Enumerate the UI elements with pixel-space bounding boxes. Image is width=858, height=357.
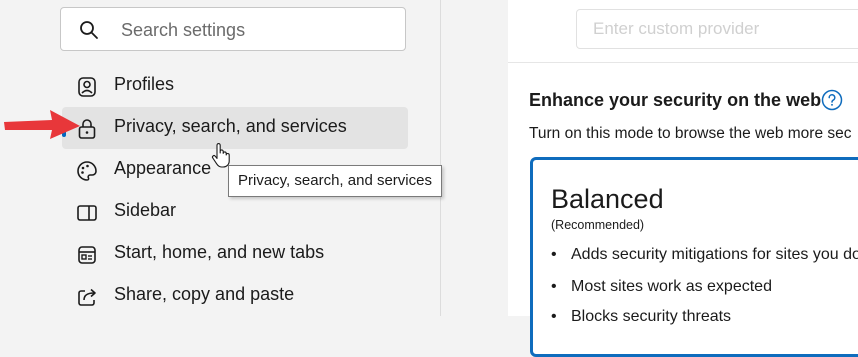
content-pane: Enhance your security on the web Turn on… bbox=[508, 0, 858, 357]
card-bullet: • Adds security mitigations for sites you… bbox=[551, 246, 858, 264]
tooltip: Privacy, search, and services bbox=[228, 165, 442, 197]
bullet-dot: • bbox=[551, 278, 557, 295]
security-section-description: Turn on this mode to browse the web more… bbox=[529, 125, 852, 142]
profile-icon bbox=[78, 77, 96, 97]
search-icon bbox=[80, 21, 98, 39]
bullet-text: Blocks security threats bbox=[571, 308, 732, 325]
card-subtitle: (Recommended) bbox=[551, 218, 645, 232]
home-tabs-icon bbox=[78, 246, 96, 264]
bullet-dot: • bbox=[551, 246, 557, 263]
nav-item-label: Start, home, and new tabs bbox=[114, 242, 325, 262]
search-settings-box[interactable] bbox=[60, 7, 406, 51]
search-input[interactable] bbox=[119, 16, 393, 44]
nav-item-label: Share, copy and paste bbox=[114, 284, 295, 304]
sidebar-icon bbox=[77, 205, 97, 221]
search-provider-section bbox=[508, 0, 858, 63]
card-title: Balanced bbox=[551, 184, 664, 214]
bullet-text: Most sites work as expected bbox=[571, 278, 772, 295]
nav-item-label: Profiles bbox=[114, 74, 175, 94]
nav-item-label: Appearance bbox=[114, 158, 212, 178]
bullet-dot: • bbox=[551, 308, 557, 325]
share-icon bbox=[78, 288, 96, 306]
card-bullet: • Most sites work as expected bbox=[551, 278, 772, 296]
nav-item-profiles[interactable]: Profiles bbox=[62, 65, 408, 107]
nav-item-privacy[interactable]: Privacy, search, and services bbox=[62, 107, 408, 149]
bullet-text: Adds security mitigations for sites you … bbox=[571, 246, 858, 263]
palette-icon bbox=[77, 161, 97, 181]
security-section-title: Enhance your security on the web bbox=[529, 90, 822, 110]
nav-item-sidebar[interactable]: Sidebar bbox=[62, 191, 408, 233]
nav-item-label: Privacy, search, and services bbox=[114, 116, 347, 136]
nav-item-share[interactable]: Share, copy and paste bbox=[62, 275, 408, 317]
balanced-mode-card[interactable]: Balanced (Recommended) • Adds security mi… bbox=[530, 157, 858, 357]
annotation-arrow-icon bbox=[4, 110, 80, 139]
help-icon[interactable] bbox=[821, 89, 843, 111]
nav-item-label: Sidebar bbox=[114, 200, 177, 220]
pane-divider bbox=[440, 0, 441, 316]
card-bullet: • Blocks security threats bbox=[551, 308, 731, 326]
nav-item-start-home[interactable]: Start, home, and new tabs bbox=[62, 233, 408, 275]
custom-provider-input[interactable] bbox=[576, 9, 858, 49]
